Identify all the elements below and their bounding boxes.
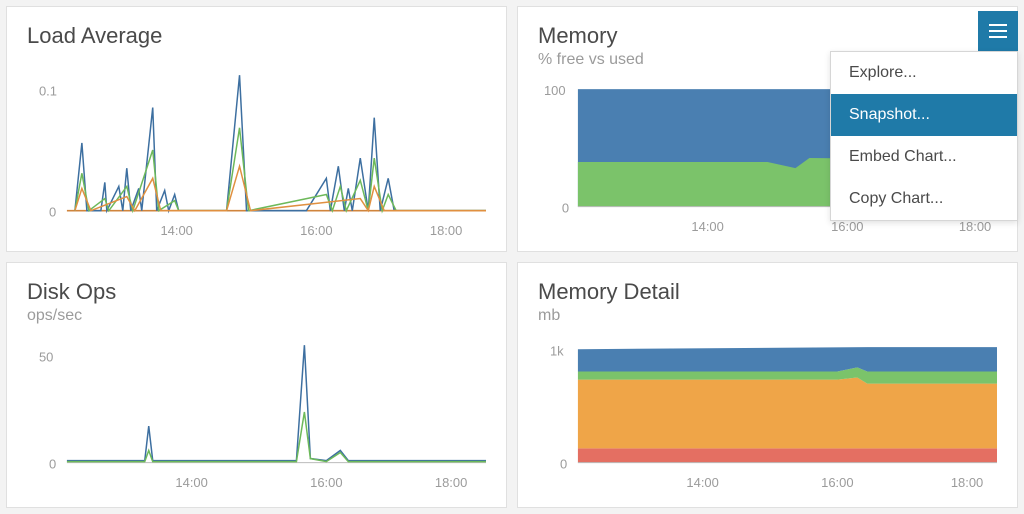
panel-title: Load Average bbox=[27, 23, 486, 49]
chart-disk-ops: 50 0 14:00 16:00 18:00 bbox=[27, 333, 486, 495]
panel-title: Memory Detail bbox=[538, 279, 997, 305]
x-tick: 18:00 bbox=[959, 219, 991, 234]
x-tick: 18:00 bbox=[951, 475, 983, 490]
panel-menu-dropdown: Explore... Snapshot... Embed Chart... Co… bbox=[830, 51, 1018, 221]
x-tick: 18:00 bbox=[430, 223, 462, 238]
x-tick: 16:00 bbox=[831, 219, 863, 234]
y-tick: 0 bbox=[49, 457, 56, 472]
y-tick: 0 bbox=[560, 457, 567, 472]
x-tick: 14:00 bbox=[175, 475, 207, 490]
y-tick: 0.1 bbox=[39, 83, 57, 98]
panel-memory: Memory % free vs used Explore... Snapsho… bbox=[517, 6, 1018, 252]
y-tick: 100 bbox=[544, 83, 566, 98]
panel-subtitle: mb bbox=[538, 307, 997, 325]
panel-disk-ops: Disk Ops ops/sec 50 0 14:00 16:00 18:00 bbox=[6, 262, 507, 508]
x-tick: 14:00 bbox=[691, 219, 723, 234]
panel-title: Disk Ops bbox=[27, 279, 486, 305]
chart-load-average: 0.1 0 14:00 16:00 18:00 bbox=[27, 57, 486, 239]
hamburger-icon bbox=[989, 30, 1007, 32]
menu-item-copy-chart[interactable]: Copy Chart... bbox=[831, 178, 1017, 220]
panel-load-average: Load Average 0.1 0 14:00 16:00 18:00 bbox=[6, 6, 507, 252]
y-tick: 0 bbox=[562, 201, 569, 216]
menu-item-explore[interactable]: Explore... bbox=[831, 52, 1017, 94]
panel-menu-button[interactable] bbox=[978, 11, 1018, 51]
x-tick: 16:00 bbox=[310, 475, 342, 490]
y-tick: 0 bbox=[49, 205, 56, 220]
y-tick: 1k bbox=[550, 343, 564, 358]
menu-item-embed-chart[interactable]: Embed Chart... bbox=[831, 136, 1017, 178]
menu-item-snapshot[interactable]: Snapshot... bbox=[831, 94, 1017, 136]
y-tick: 50 bbox=[39, 349, 53, 364]
panel-title: Memory bbox=[538, 23, 997, 49]
panel-subtitle: ops/sec bbox=[27, 307, 486, 325]
x-tick: 16:00 bbox=[821, 475, 853, 490]
chart-memory-detail: 1k 0 14:00 16:00 18:00 bbox=[538, 333, 997, 495]
x-tick: 14:00 bbox=[686, 475, 718, 490]
x-tick: 14:00 bbox=[160, 223, 192, 238]
x-tick: 16:00 bbox=[300, 223, 332, 238]
panel-memory-detail: Memory Detail mb 1k 0 14:00 16:00 18:00 bbox=[517, 262, 1018, 508]
dashboard-grid: Load Average 0.1 0 14:00 16:00 18:00 Mem… bbox=[6, 6, 1018, 508]
x-tick: 18:00 bbox=[435, 475, 467, 490]
